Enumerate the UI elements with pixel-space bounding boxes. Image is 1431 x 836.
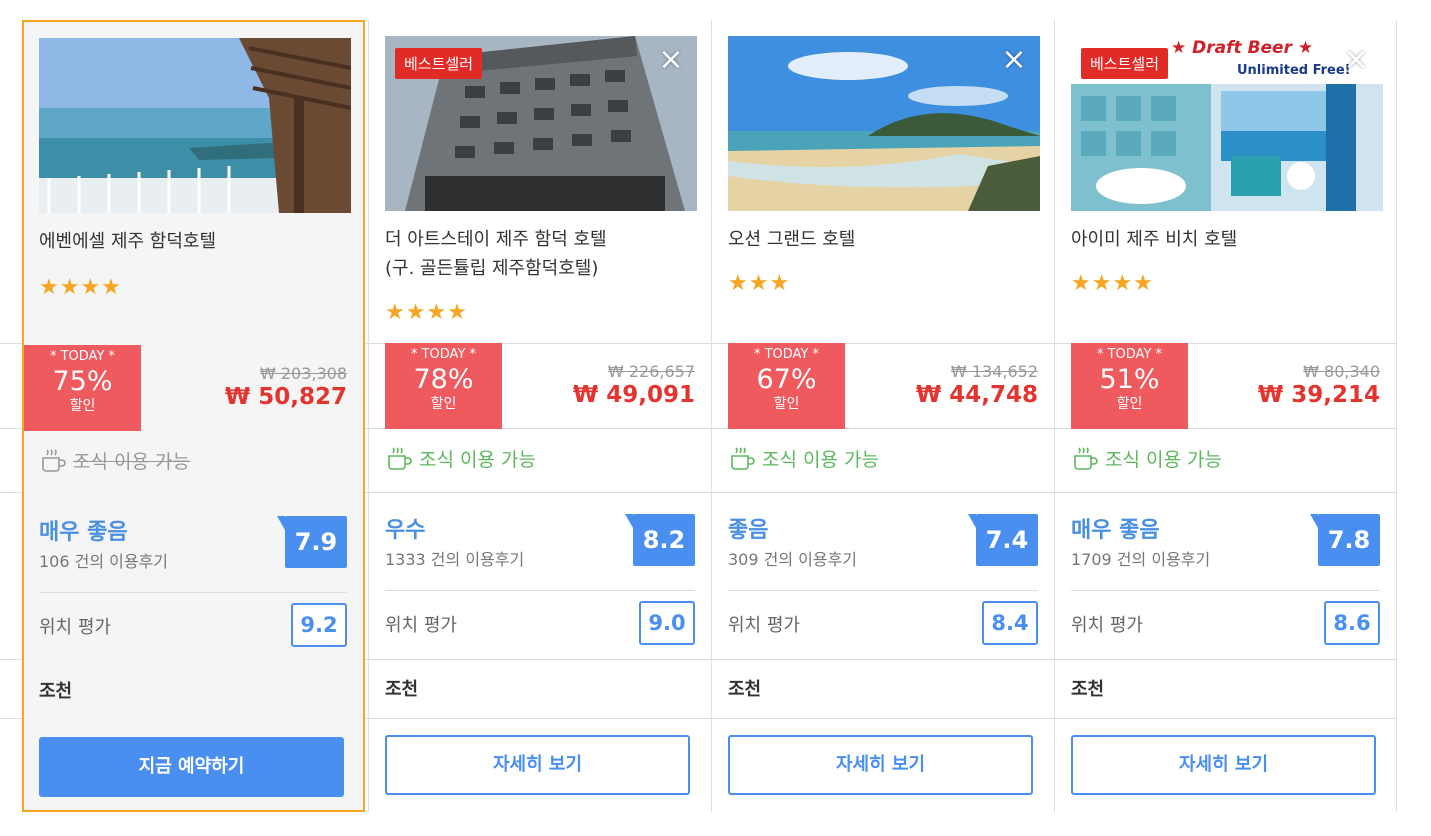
view-details-button[interactable]: 자세히 보기 (728, 735, 1033, 795)
today-deal-badge: * TODAY * 51% 할인 (1071, 343, 1188, 429)
divider (385, 590, 695, 591)
close-icon[interactable]: × (1342, 45, 1370, 75)
deal-today-label: * TODAY * (753, 347, 820, 362)
deal-percent: 78% (413, 364, 474, 395)
star-rating: ★★★★ (385, 300, 468, 325)
coastal-terrace-photo[interactable] (39, 38, 351, 213)
hotel-name[interactable]: 더 아트스테이 제주 함덕 호텔 (구. 골든튤립 제주함덕호텔) (385, 225, 695, 283)
hotel-card[interactable]: 베스트셀러 × 더 아트스테이 제주 함덕 호텔 (구. 골든튤립 제주함덕호텔… (368, 20, 711, 812)
deal-today-label: * TODAY * (49, 349, 116, 364)
coffee-cup-icon (42, 449, 66, 472)
deal-today-label: * TODAY * (1096, 347, 1163, 362)
area-label: 조천 (728, 679, 762, 700)
view-details-button[interactable]: 자세히 보기 (385, 735, 690, 795)
hotel-card[interactable]: 에벤에셀 제주 함덕호텔 ★★★★ * TODAY * 75% 할인 ₩ 203… (22, 20, 365, 812)
deal-sale-label: 할인 (1116, 396, 1143, 412)
original-price: ₩ 80,340 (1303, 362, 1380, 381)
rating-label: 매우 좋음 (39, 520, 128, 545)
location-rating-label: 위치 평가 (728, 615, 800, 636)
review-score-badge: 7.9 (277, 516, 347, 568)
book-now-button[interactable]: 지금 예약하기 (39, 737, 344, 797)
deal-sale-label: 할인 (430, 396, 457, 412)
deal-today-label: * TODAY * (410, 347, 477, 362)
sale-price: ₩ 44,748 (915, 382, 1038, 408)
area-label: 조천 (385, 679, 419, 700)
hotel-name[interactable]: 오션 그랜드 호텔 (728, 225, 1038, 254)
sale-price: ₩ 39,214 (1257, 382, 1380, 408)
hotel-card[interactable]: ★ Draft Beer ★ Unlimited Free! 베스트셀러 × 아… (1054, 20, 1397, 812)
deal-sale-label: 할인 (69, 398, 96, 414)
location-rating-label: 위치 평가 (385, 615, 457, 636)
hotel-name[interactable]: 아이미 제주 비치 호텔 (1071, 225, 1380, 254)
star-rating: ★★★★ (1071, 271, 1154, 296)
today-deal-badge: * TODAY * 75% 할인 (24, 345, 141, 431)
deal-percent: 67% (756, 364, 817, 395)
original-price: ₩ 226,657 (607, 362, 695, 381)
coffee-cup-icon (388, 447, 412, 470)
close-icon[interactable]: × (657, 45, 685, 75)
review-score-badge: 8.2 (625, 514, 695, 566)
original-price: ₩ 203,308 (259, 364, 347, 383)
review-count[interactable]: 106 건의 이용후기 (39, 548, 168, 572)
location-score-badge: 8.6 (1324, 601, 1380, 645)
breakfast-label: 조식 이용 가능 (73, 450, 190, 473)
breakfast-info: 조식 이용 가능 (385, 444, 536, 472)
breakfast-info: 조식 이용 가능 (1071, 444, 1222, 472)
unlimited-free-text: Unlimited Free! (1237, 63, 1351, 78)
review-count[interactable]: 1333 건의 이용후기 (385, 546, 524, 570)
deal-sale-label: 할인 (773, 396, 800, 412)
review-score-badge: 7.4 (968, 514, 1038, 566)
star-rating: ★★★★ (39, 275, 122, 300)
draft-beer-banner: ★ Draft Beer ★ (1171, 38, 1314, 58)
breakfast-label: 조식 이용 가능 (419, 448, 536, 471)
bestseller-badge: 베스트셀러 (395, 48, 483, 79)
beach-photo[interactable] (728, 36, 1040, 211)
location-score-badge: 8.4 (982, 601, 1038, 645)
rating-label: 우수 (385, 518, 426, 543)
area-label: 조천 (39, 681, 73, 702)
close-icon[interactable]: × (1000, 45, 1028, 75)
divider (1071, 590, 1380, 591)
view-details-button[interactable]: 자세히 보기 (1071, 735, 1376, 795)
sale-price: ₩ 49,091 (572, 382, 695, 408)
area-label: 조천 (1071, 679, 1105, 700)
today-deal-badge: * TODAY * 78% 할인 (385, 343, 502, 429)
hotel-card[interactable]: × 오션 그랜드 호텔 ★★★ * TODAY * 67% 할인 ₩ 134,6… (711, 20, 1054, 812)
deal-percent: 75% (52, 366, 113, 397)
divider (728, 590, 1038, 591)
breakfast-label: 조식 이용 가능 (762, 448, 879, 471)
location-score-badge: 9.2 (291, 603, 347, 647)
hotel-name-line2: (구. 골든튤립 제주함덕호텔) (385, 258, 599, 279)
divider (39, 592, 347, 593)
bestseller-badge: 베스트셀러 (1081, 48, 1169, 79)
review-count[interactable]: 309 건의 이용후기 (728, 546, 857, 570)
original-price: ₩ 134,652 (950, 362, 1038, 381)
breakfast-info: 조식 이용 가능 (728, 444, 879, 472)
hotel-name[interactable]: 에벤에셀 제주 함덕호텔 (39, 227, 347, 256)
today-deal-badge: * TODAY * 67% 할인 (728, 343, 845, 429)
deal-percent: 51% (1099, 364, 1160, 395)
coffee-cup-icon (731, 447, 755, 470)
location-rating-label: 위치 평가 (39, 617, 111, 638)
rating-label: 좋음 (728, 518, 769, 543)
breakfast-info: 조식 이용 가능 (39, 446, 190, 474)
review-count[interactable]: 1709 건의 이용후기 (1071, 546, 1210, 570)
review-score-badge: 7.8 (1310, 514, 1380, 566)
rating-label: 매우 좋음 (1071, 518, 1160, 543)
hotel-name-line1: 더 아트스테이 제주 함덕 호텔 (385, 229, 607, 250)
breakfast-label: 조식 이용 가능 (1105, 448, 1222, 471)
coffee-cup-icon (1074, 447, 1098, 470)
location-rating-label: 위치 평가 (1071, 615, 1143, 636)
location-score-badge: 9.0 (639, 601, 695, 645)
sale-price: ₩ 50,827 (224, 384, 347, 410)
star-rating: ★★★ (728, 271, 791, 296)
